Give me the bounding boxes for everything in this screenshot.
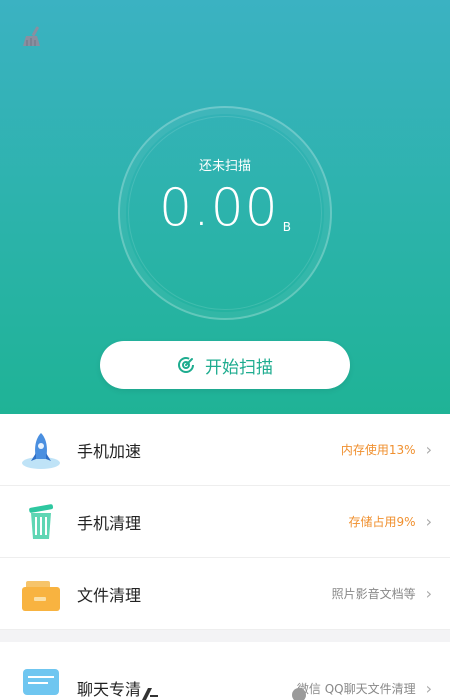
list-item-title: 手机加速 [77,441,142,461]
scan-header: 还未扫描 0.00 B 开始扫描 [0,0,450,414]
list-item-phone-boost[interactable]: 手机加速 内存使用13% › [0,414,450,486]
junk-size-unit: B [282,220,291,234]
list-item-phone-clean[interactable]: 手机清理 存储占用9% › [0,486,450,558]
list-item-hint: 照片影音文档等 [331,587,416,601]
rocket-icon [20,429,62,471]
list-item-hint: 微信 QQ聊天文件清理 [296,681,416,696]
section-divider [0,630,450,642]
list-item-hint: 存储占用9% [348,515,416,529]
tab-profile-icon[interactable] [292,688,306,700]
list-item-title: 文件清理 [77,585,142,605]
list-item-chat-clean[interactable]: 聊天专清 微信 QQ聊天文件清理 › [0,644,450,700]
chevron-right-icon: › [425,678,432,698]
start-scan-label: 开始扫描 [205,357,273,378]
feature-list: 手机加速 内存使用13% › 手机清理 存储占用9% › 文件清理 照片影音文档… [0,414,450,642]
junk-size-value: 0.00 [158,178,279,238]
scan-icon [178,357,194,373]
list-item-title: 手机清理 [77,513,142,533]
trash-can-icon [20,501,62,543]
chat-icon [20,665,62,700]
start-scan-button[interactable]: 开始扫描 [100,341,350,389]
list-item-title: 聊天专清 [77,680,142,699]
chevron-right-icon: › [425,584,432,603]
chevron-right-icon: › [425,440,432,459]
junk-size: 0.00 B [0,178,450,238]
tab-clean-icon[interactable] [140,688,160,700]
list-item-file-clean[interactable]: 文件清理 照片影音文档等 › [0,558,450,630]
list-item-hint: 内存使用13% [340,443,416,457]
broom-icon[interactable] [20,24,44,48]
scan-status: 还未扫描 [198,159,251,174]
folder-icon [20,573,62,615]
chevron-right-icon: › [425,512,432,531]
